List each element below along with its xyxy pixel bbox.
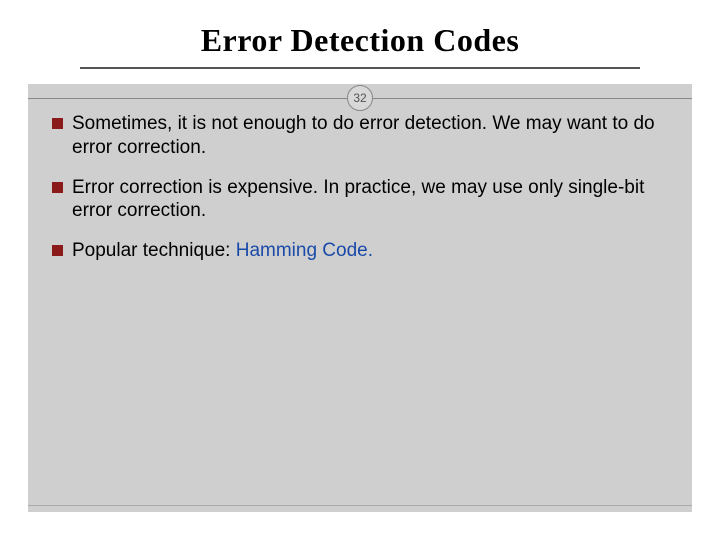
slide: Error Detection Codes 32 Sometimes, it i…: [0, 0, 720, 540]
list-item: Error correction is expensive. In practi…: [52, 176, 672, 224]
bullet-square-icon: [52, 245, 63, 256]
footer-divider: [28, 505, 692, 506]
bullet-text: Error correction is expensive. In practi…: [72, 176, 672, 224]
title-container: Error Detection Codes: [80, 12, 640, 69]
bullet-text: Popular technique: Hamming Code.: [72, 239, 672, 263]
bullet-prefix: Popular technique:: [72, 240, 236, 261]
slide-number: 32: [353, 91, 366, 105]
hamming-code-link[interactable]: Hamming Code.: [236, 240, 373, 261]
bullet-text: Sometimes, it is not enough to do error …: [72, 112, 672, 160]
list-item: Sometimes, it is not enough to do error …: [52, 112, 672, 160]
bullet-square-icon: [52, 182, 63, 193]
bullet-square-icon: [52, 118, 63, 129]
slide-number-badge: 32: [347, 85, 373, 111]
bullet-list: Sometimes, it is not enough to do error …: [52, 112, 672, 279]
slide-title: Error Detection Codes: [80, 22, 640, 59]
list-item: Popular technique: Hamming Code.: [52, 239, 672, 263]
